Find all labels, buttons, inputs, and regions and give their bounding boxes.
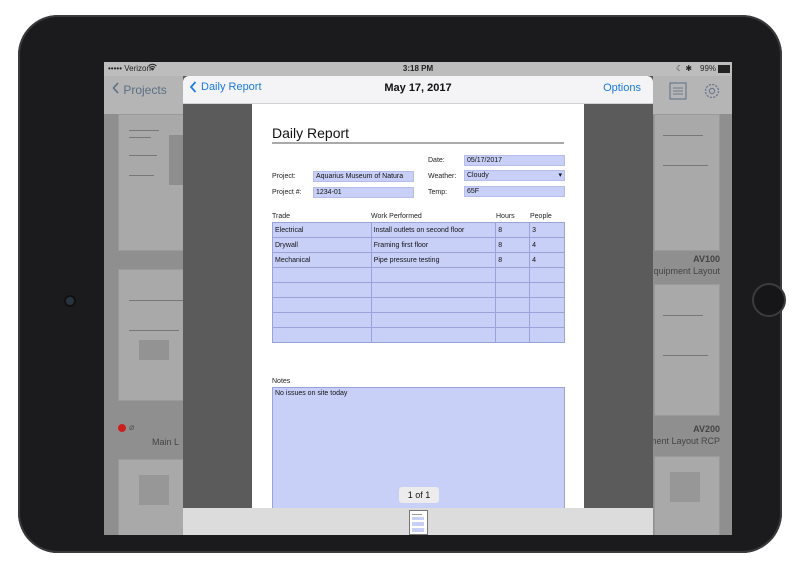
table-cell[interactable]	[529, 327, 565, 343]
table-row	[272, 327, 565, 343]
gear-icon[interactable]	[702, 81, 722, 101]
weather-select[interactable]: Cloudy ▾	[464, 170, 565, 181]
screen: ••••• Verizon 3:18 PM ☾ ✱ 99% Projects ⌀…	[104, 62, 732, 535]
camera-icon	[66, 297, 74, 305]
table-cell[interactable]	[272, 327, 372, 343]
notes-label: Notes	[272, 378, 291, 385]
table-cell[interactable]: Framing first floor	[370, 237, 497, 253]
projects-back-button[interactable]: Projects	[112, 82, 167, 97]
sheet-name-left: Main L	[152, 437, 180, 447]
table-cell[interactable]	[370, 282, 497, 298]
table-cell[interactable]: 8	[495, 222, 531, 238]
dropdown-arrow-icon: ▾	[558, 172, 562, 179]
moon-bluetooth-icons: ☾ ✱	[676, 64, 693, 73]
table-row: Electrical Install outlets on second floo…	[272, 222, 565, 238]
options-button[interactable]: Options	[603, 82, 641, 94]
table-cell[interactable]	[370, 327, 497, 343]
table-cell[interactable]	[370, 267, 497, 283]
table-cell[interactable]	[370, 312, 497, 328]
status-bar: ••••• Verizon 3:18 PM ☾ ✱ 99%	[104, 62, 732, 76]
table-cell[interactable]	[370, 297, 497, 313]
modal-nav-bar: Daily Report May 17, 2017 Options	[183, 76, 653, 104]
drawing-thumbnail[interactable]	[654, 456, 720, 535]
table-cell[interactable]: Mechanical	[272, 252, 372, 268]
table-cell[interactable]	[495, 297, 531, 313]
table-cell[interactable]	[272, 267, 372, 283]
table-cell[interactable]: Install outlets on second floor	[370, 222, 497, 238]
table-cell[interactable]	[495, 327, 531, 343]
modal-title: May 17, 2017	[384, 82, 452, 94]
clock: 3:18 PM	[402, 64, 434, 73]
column-header-hours: Hours	[496, 213, 515, 220]
table-cell[interactable]: Pipe pressure testing	[370, 252, 497, 268]
temp-label: Temp:	[428, 189, 448, 196]
table-cell[interactable]	[495, 267, 531, 283]
table-cell[interactable]	[529, 282, 565, 298]
table-cell[interactable]: 8	[495, 252, 531, 268]
project-number-field[interactable]: 1234-01	[313, 187, 414, 198]
table-cell[interactable]: 4	[529, 252, 565, 268]
table-cell[interactable]: 8	[495, 237, 531, 253]
table-cell[interactable]	[272, 312, 372, 328]
document-title: Daily Report	[272, 125, 350, 141]
ipad-bezel: ••••• Verizon 3:18 PM ☾ ✱ 99% Projects ⌀…	[18, 15, 786, 553]
table-cell[interactable]	[272, 282, 372, 298]
table-cell[interactable]	[529, 312, 565, 328]
title-divider	[272, 142, 564, 144]
table-row	[272, 312, 565, 328]
table-cell[interactable]	[495, 312, 531, 328]
date-field[interactable]: 05/17/2017	[464, 155, 565, 166]
temp-field[interactable]: 65F	[464, 186, 565, 197]
table-row	[272, 297, 565, 313]
table-row	[272, 282, 565, 298]
project-number-label: Project #:	[272, 189, 302, 196]
page-thumbnail-bar	[183, 508, 653, 535]
table-cell[interactable]: 4	[529, 237, 565, 253]
projects-back-label: Projects	[123, 83, 167, 97]
table-cell[interactable]	[529, 297, 565, 313]
column-header-work: Work Performed	[371, 213, 422, 220]
table-cell[interactable]	[272, 297, 372, 313]
table-row: Drywall Framing first floor 8 4	[272, 237, 565, 253]
table-cell[interactable]: 3	[529, 222, 565, 238]
page-indicator: 1 of 1	[399, 487, 439, 503]
list-icon[interactable]	[669, 82, 687, 100]
weather-label: Weather:	[428, 173, 457, 180]
weather-value: Cloudy	[467, 172, 489, 179]
annotation-dot-icon	[118, 424, 126, 432]
table-row: Mechanical Pipe pressure testing 8 4	[272, 252, 565, 268]
date-label: Date:	[428, 157, 445, 164]
battery-icon	[718, 65, 730, 73]
table-cell[interactable]: Drywall	[272, 237, 372, 253]
report-modal: Daily Report May 17, 2017 Options Daily …	[183, 76, 653, 535]
report-page: Daily Report Date: 05/17/2017 Project: A…	[252, 104, 584, 510]
column-header-people: People	[530, 213, 552, 220]
work-table: Electrical Install outlets on second floo…	[272, 222, 565, 343]
drawing-thumbnail[interactable]	[654, 114, 720, 251]
project-label: Project:	[272, 173, 296, 180]
project-field[interactable]: Aquarius Museum of Natura	[313, 171, 414, 182]
column-header-trade: Trade	[272, 213, 291, 220]
table-cell[interactable]	[529, 267, 565, 283]
paperclip-icon: ⌀	[129, 422, 135, 432]
table-cell[interactable]: Electrical	[272, 222, 372, 238]
home-button[interactable]	[752, 283, 786, 317]
chevron-left-icon	[112, 82, 119, 94]
battery-label: 99%	[700, 64, 717, 73]
table-cell[interactable]	[495, 282, 531, 298]
drawing-thumbnail[interactable]	[654, 284, 720, 416]
page-thumbnail[interactable]	[409, 510, 428, 535]
table-row	[272, 267, 565, 283]
